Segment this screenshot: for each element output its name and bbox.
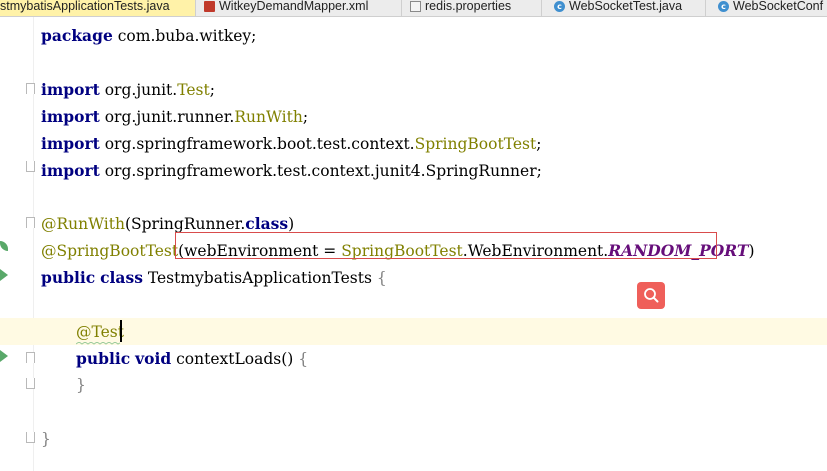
editor-tab-bar: stmybatisApplicationTests.java WitkeyDem… — [0, 0, 827, 17]
code-line-import[interactable]: import org.junit.runner.RunWith; — [41, 107, 308, 127]
tab-label: redis.properties — [425, 0, 512, 13]
code-line-import[interactable]: import org.springframework.test.context.… — [41, 161, 542, 181]
keyword: class — [245, 214, 289, 233]
properties-file-icon — [410, 1, 421, 12]
brace: } — [41, 430, 51, 448]
code-line-method-close[interactable]: } — [76, 375, 86, 395]
annotation: @RunWith — [41, 215, 125, 233]
fold-marker-icon[interactable] — [26, 432, 35, 443]
annotation: @Test — [76, 323, 124, 341]
code-line-class-close[interactable]: } — [41, 429, 51, 449]
tab-websocket-test[interactable]: c WebSocketTest.java — [550, 0, 706, 16]
brace: { — [298, 350, 309, 368]
tab-websocket-config[interactable]: c WebSocketConf — [714, 0, 827, 16]
semicolon: ; — [536, 135, 542, 153]
import-path: org.junit. — [99, 81, 178, 99]
code-line-method-decl[interactable]: public void contextLoads() { — [76, 349, 308, 369]
tab-label: WebSocketTest.java — [569, 0, 683, 13]
search-icon — [644, 288, 659, 303]
keyword: public — [76, 349, 131, 368]
search-button[interactable] — [637, 282, 665, 309]
package-name: com.buba.witkey; — [112, 27, 257, 45]
paren: ) — [288, 215, 295, 233]
keyword: package — [41, 26, 113, 45]
highlight-annotation-box — [175, 232, 717, 259]
import-path: org.springframework.test.context.junit4. — [99, 162, 426, 180]
import-class: SpringBootTest — [414, 135, 537, 153]
keyword: import — [41, 161, 100, 180]
tab-testmybatis-application-tests[interactable]: stmybatisApplicationTests.java — [0, 0, 196, 16]
class-name: TestmybatisApplicationTests — [142, 269, 377, 287]
brace: } — [76, 376, 86, 394]
tab-label: WitkeyDemandMapper.xml — [219, 0, 369, 13]
fold-marker-icon[interactable] — [26, 378, 35, 389]
import-path: org.junit.runner. — [99, 108, 235, 126]
java-class-icon: c — [718, 1, 729, 12]
tab-redis-properties[interactable]: redis.properties — [406, 0, 542, 16]
run-class-icon[interactable] — [0, 269, 8, 281]
xml-file-icon — [204, 1, 215, 12]
annotation: @SpringBootTest — [41, 242, 179, 260]
code-line-runwith[interactable]: @RunWith(SpringRunner.class) — [41, 214, 294, 234]
fold-marker-icon[interactable] — [26, 217, 35, 228]
semicolon: ; — [209, 81, 215, 99]
code-line-package[interactable]: package com.buba.witkey; — [41, 26, 256, 46]
code-line-import[interactable]: import org.springframework.boot.test.con… — [41, 134, 541, 154]
keyword: import — [41, 107, 100, 126]
fold-marker-icon[interactable] — [26, 161, 35, 172]
fold-marker-icon[interactable] — [26, 83, 35, 94]
current-line-highlight — [0, 318, 827, 345]
import-class: Test — [177, 81, 210, 99]
keyword: import — [41, 134, 100, 153]
tab-label: stmybatisApplicationTests.java — [0, 0, 170, 13]
tab-label: WebSocketConf — [733, 0, 824, 13]
tab-witkey-demand-mapper[interactable]: WitkeyDemandMapper.xml — [200, 0, 402, 16]
keyword: import — [41, 80, 100, 99]
paren: ) — [748, 242, 755, 260]
semicolon: ; — [302, 108, 309, 126]
keyword: class — [100, 268, 143, 287]
semicolon: ; — [536, 162, 542, 180]
method-name: contextLoads() — [171, 350, 299, 368]
inspection-squiggle — [76, 342, 120, 345]
import-class: RunWith — [234, 108, 303, 126]
code-line-class-decl[interactable]: public class TestmybatisApplicationTests… — [41, 268, 387, 288]
import-class: SpringRunner — [425, 162, 537, 180]
code-line-test-annotation[interactable]: @Test — [76, 322, 124, 342]
code-line-import[interactable]: import org.junit.Test; — [41, 80, 215, 100]
run-test-icon[interactable] — [0, 350, 8, 362]
import-path: org.springframework.boot.test.context. — [99, 135, 415, 153]
keyword: public — [41, 268, 96, 287]
fold-marker-icon[interactable] — [26, 352, 35, 363]
text-caret — [120, 320, 122, 342]
annotation-args: (SpringRunner. — [124, 215, 246, 233]
java-class-icon: c — [554, 1, 565, 12]
brace: { — [376, 269, 387, 287]
keyword: void — [135, 349, 172, 368]
